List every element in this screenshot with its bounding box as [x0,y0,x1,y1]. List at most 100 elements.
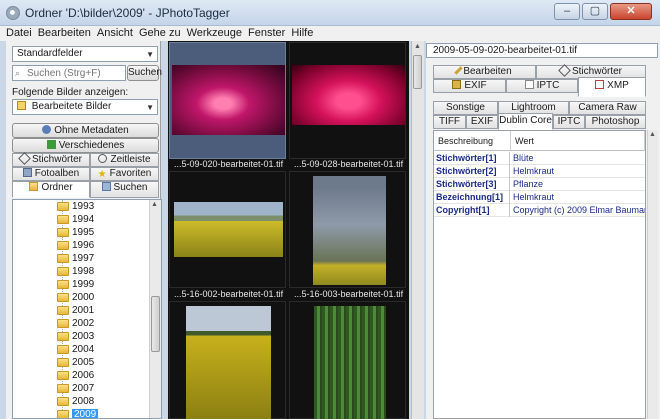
thumbnail-4[interactable] [289,171,406,288]
tab-albums[interactable]: Fotoalben [12,167,90,181]
user-icon [42,125,52,134]
tab-xmp-tiff[interactable]: TIFF [433,115,466,129]
folder-icon [57,332,69,341]
thumbnail-caption: ...5-09-028-bearbeitet-01.tif [294,159,404,169]
thumbnail-scrollbar[interactable]: ▲ [411,41,424,419]
tree-item[interactable]: 2001 [57,304,94,317]
tab-exif-top[interactable]: EXIF [433,79,506,93]
menu-datei[interactable]: Datei [3,26,35,41]
tree-scroll-thumb[interactable] [151,296,160,352]
tree-item[interactable]: 2008 [57,395,94,408]
tree-item[interactable]: 2006 [57,369,94,382]
filename-field[interactable]: 2009-05-09-020-bearbeitet-01.tif [426,43,658,58]
column-header-description[interactable]: Beschreibung [434,131,511,151]
camera-icon [452,80,462,89]
tree-scrollbar[interactable]: ▲ [149,200,161,418]
thumbnail-panel: ...5-09-020-bearbeitet-01.tif ...5-09-02… [168,41,409,419]
tab-xmp-iptc[interactable]: IPTC [553,115,585,129]
table-row[interactable]: Stichwörter[3] Pflanze [434,178,645,191]
folder-icon [57,371,69,380]
clock-icon [98,154,108,163]
folder-icon [57,267,69,276]
tree-item[interactable]: 1997 [57,252,94,265]
tab-xmp-photoshop[interactable]: Photoshop [585,115,646,129]
tab-keywords[interactable]: Stichwörter [12,152,90,167]
scroll-up-icon: ▲ [151,201,158,208]
folder-icon [57,306,69,315]
tab-xmp-camera-raw[interactable]: Camera Raw [569,101,646,115]
tab-edit-label: Bearbeiten [463,66,512,77]
show-images-select[interactable]: Bearbeitete Bilder ▼ [12,99,158,115]
search-folder-icon [101,182,111,191]
menu-hilfe[interactable]: Hilfe [288,26,316,41]
tab-xmp-misc[interactable]: Sonstige [433,101,498,115]
no-metadata-button[interactable]: Ohne Metadaten [12,123,159,138]
table-row[interactable]: Copyright[1] Copyright (c) 2009 Elmar Ba… [434,204,645,217]
tab-xmp[interactable]: XMP [578,77,646,97]
tree-item[interactable]: 1998 [57,265,94,278]
tree-item[interactable]: 1994 [57,213,94,226]
maximize-button[interactable]: ▢ [582,3,608,20]
thumbnail-3[interactable] [169,171,286,288]
tree-item[interactable]: 1999 [57,278,94,291]
minimize-button[interactable]: – [554,3,580,20]
tree-item[interactable]: 2002 [57,317,94,330]
tree-item[interactable]: 1995 [57,226,94,239]
thumbnail-scroll-thumb[interactable] [413,55,422,89]
thumbnail-5[interactable] [169,301,286,419]
cell-description: Stichwörter[3] [434,178,510,191]
scroll-up-icon: ▲ [649,131,656,138]
fields-select[interactable]: Standardfelder ▼ [12,46,158,62]
close-button[interactable]: ✕ [610,3,652,20]
menu-werkzeuge[interactable]: Werkzeuge [184,26,245,41]
menu-ansicht[interactable]: Ansicht [94,26,136,41]
tab-xmp-exif[interactable]: EXIF [466,115,498,129]
tree-item[interactable]: 1996 [57,239,94,252]
tab-timeline-label: Zeitleiste [110,154,151,165]
tree-item[interactable]: 2007 [57,382,94,395]
search-button[interactable]: Suchen [127,65,162,81]
metadata-scrollbar[interactable]: ▲ [647,130,658,419]
tab-iptc-top-label: IPTC [536,80,560,91]
tab-folders[interactable]: Ordner [12,181,90,198]
menu-gehe-zu[interactable]: Gehe zu [136,26,184,41]
search-input[interactable] [12,65,126,81]
tab-search[interactable]: Suchen [90,181,159,198]
table-row[interactable]: Bezeichnung[1] Helmkraut [434,191,645,204]
folder-icon [57,254,69,263]
menu-bearbeiten[interactable]: Bearbeiten [35,26,94,41]
tab-keywords-label: Stichwörter [31,154,82,165]
tree-item[interactable]: 2000 [57,291,94,304]
thumbnail-6[interactable] [289,301,406,419]
table-row[interactable]: Stichwörter[2] Helmkraut [434,165,645,178]
tree-item[interactable]: 2003 [57,330,94,343]
folder-icon [57,215,69,224]
misc-button[interactable]: Verschiedenes [12,138,159,153]
folder-icon [57,345,69,354]
tab-iptc-top[interactable]: IPTC [506,79,578,93]
thumbnail-image [292,65,405,125]
tree-item-selected[interactable]: 2009 [57,408,99,418]
tab-timeline[interactable]: Zeitleiste [90,153,159,167]
thumbnail-caption: ...5-16-002-bearbeitet-01.tif [174,289,284,299]
album-icon [22,168,32,177]
tab-xmp-dublin-core[interactable]: Dublin Core [498,113,553,130]
no-metadata-label: Ohne Metadaten [54,125,129,136]
star-icon: ★ [97,169,107,180]
tree-item[interactable]: 2004 [57,343,94,356]
thumbnail-1[interactable] [169,42,286,159]
folder-tree[interactable]: 1993 1994 1995 1996 1997 1998 1999 2000 … [12,199,162,419]
tab-search-label: Suchen [113,182,148,193]
thumbnail-2[interactable] [289,42,406,159]
menu-fenster[interactable]: Fenster [245,26,288,41]
tree-item[interactable]: 1993 [57,200,94,213]
tab-favorites[interactable]: ★ Favoriten [90,167,159,181]
column-header-value[interactable]: Wert [511,131,645,151]
table-row[interactable]: Stichwörter[1] Blüte [434,152,645,165]
document-icon [524,80,534,89]
folder-icon [57,358,69,367]
scroll-up-icon: ▲ [414,43,421,50]
tree-item[interactable]: 2005 [57,356,94,369]
cell-value: Copyright (c) 2009 Elmar Baumann [513,205,645,215]
tab-edit[interactable]: Bearbeiten [433,65,536,79]
